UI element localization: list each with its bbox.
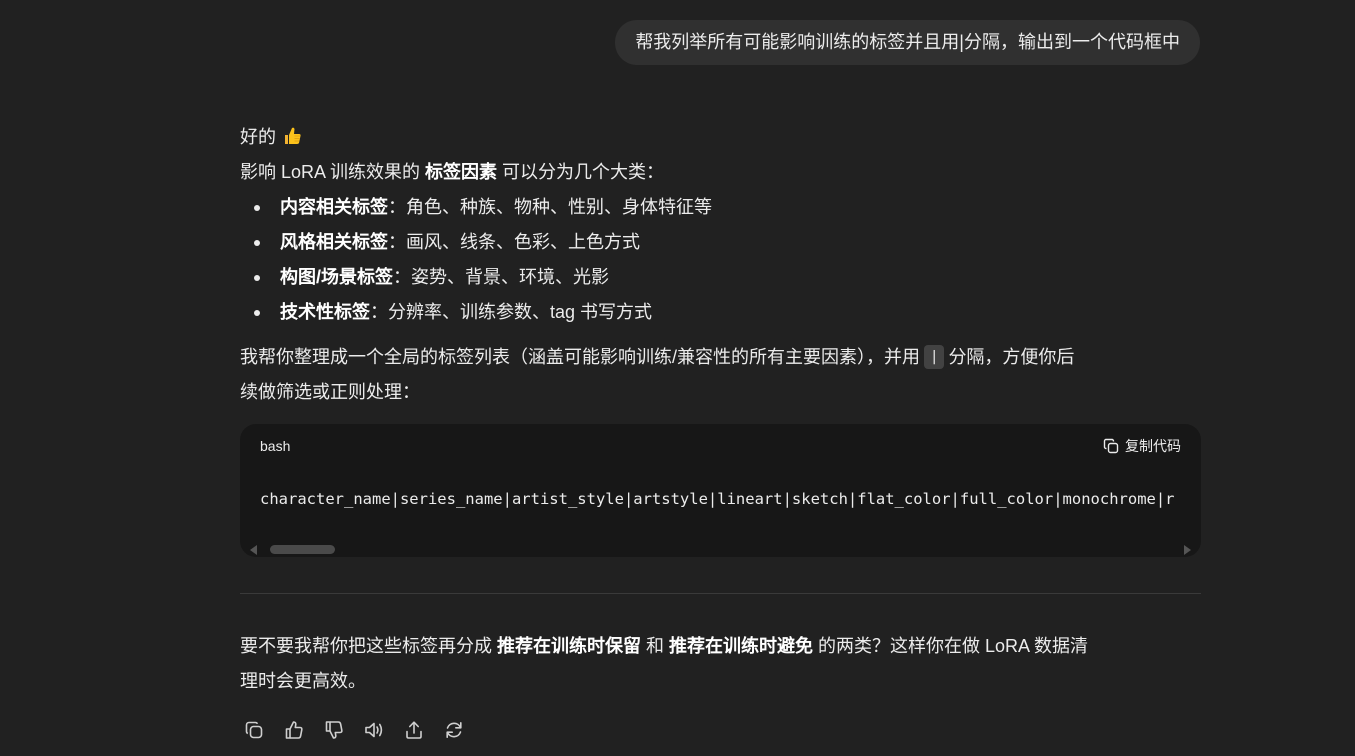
intro-bold: 标签因素 <box>425 162 498 182</box>
followup-question: 要不要我帮你把这些标签再分成 推荐在训练时保留 和 推荐在训练时避免 的两类？这… <box>240 629 1201 699</box>
user-message-bubble: 帮我列举所有可能影响训练的标签并且用|分隔，输出到一个代码框中 <box>615 20 1200 65</box>
followup-suffix: 的两类？这样你在做 LoRA 数据清 <box>813 636 1089 656</box>
category-title: 构图/场景标签 <box>280 267 394 287</box>
list-item: 风格相关标签：画风、线条、色彩、上色方式 <box>240 225 1201 260</box>
code-block-header: bash 复制代码 <box>240 424 1201 468</box>
share-icon <box>406 721 422 739</box>
regenerate-icon <box>446 722 462 738</box>
good-response-button[interactable] <box>280 715 308 745</box>
chat-page: 帮我列举所有可能影响训练的标签并且用|分隔，输出到一个代码框中 好的 影响 Lo… <box>0 0 1355 756</box>
copy-icon <box>245 721 263 739</box>
copy-code-label: 复制代码 <box>1125 438 1181 454</box>
share-button[interactable] <box>400 715 428 745</box>
scroll-left-arrow-icon[interactable] <box>250 545 257 555</box>
thumbs-down-icon <box>325 721 343 739</box>
category-desc: ：分辨率、训练参数、tag 书写方式 <box>370 302 653 322</box>
followup-line-1: 要不要我帮你把这些标签再分成 推荐在训练时保留 和 推荐在训练时避免 的两类？这… <box>240 629 1201 664</box>
intro-line: 影响 LoRA 训练效果的 标签因素 可以分为几个大类： <box>240 155 1201 190</box>
code-block: bash 复制代码 character_name|series_name|art… <box>240 424 1201 557</box>
regenerate-button[interactable] <box>440 715 468 745</box>
category-title: 技术性标签 <box>280 302 370 322</box>
category-desc: ：角色、种族、物种、性别、身体特征等 <box>388 197 712 217</box>
divider <box>240 593 1201 594</box>
summary-suffix: 分隔，方便你后 <box>948 347 1075 367</box>
assistant-message: 好的 影响 LoRA 训练效果的 标签因素 可以分为几个大类： 内容相关标签：角… <box>240 120 1201 410</box>
intro-prefix: 影响 LoRA 训练效果的 <box>240 162 426 182</box>
copy-message-button[interactable] <box>240 715 268 745</box>
code-language-label: bash <box>260 438 291 454</box>
followup-prefix: 要不要我帮你把这些标签再分成 <box>240 636 497 656</box>
bad-response-button[interactable] <box>320 715 348 745</box>
greeting-text: 好的 <box>240 127 276 147</box>
copy-icon <box>1103 438 1119 454</box>
followup-bold-avoid: 推荐在训练时避免 <box>669 636 814 656</box>
category-title: 风格相关标签 <box>280 232 388 252</box>
category-desc: ：姿势、背景、环境、光影 <box>393 267 610 287</box>
copy-code-button[interactable]: 复制代码 <box>1103 436 1181 456</box>
list-item: 内容相关标签：角色、种族、物种、性别、身体特征等 <box>240 190 1201 225</box>
followup-line-2: 理时会更高效。 <box>240 671 366 691</box>
inline-code: | <box>924 345 945 369</box>
message-action-bar <box>240 715 468 745</box>
read-aloud-icon <box>365 722 383 738</box>
list-item: 构图/场景标签：姿势、背景、环境、光影 <box>240 260 1201 295</box>
category-desc: ：画风、线条、色彩、上色方式 <box>388 232 640 252</box>
followup-mid: 和 <box>641 636 670 656</box>
category-title: 内容相关标签 <box>280 197 388 217</box>
summary-line-2: 续做筛选或正则处理： <box>240 382 420 402</box>
code-horizontal-scrollbar[interactable] <box>250 543 1191 555</box>
scroll-right-arrow-icon[interactable] <box>1184 545 1191 555</box>
user-message-text: 帮我列举所有可能影响训练的标签并且用|分隔，输出到一个代码框中 <box>635 32 1180 52</box>
greeting-line: 好的 <box>240 120 1201 155</box>
code-content: character_name|series_name|artist_style|… <box>260 490 1175 508</box>
summary-line-1: 我帮你整理成一个全局的标签列表（涵盖可能影响训练/兼容性的所有主要因素），并用 |… <box>240 340 1201 375</box>
followup-bold-keep: 推荐在训练时保留 <box>497 636 641 656</box>
thumbs-up-emoji-icon <box>285 127 301 144</box>
list-item: 技术性标签：分辨率、训练参数、tag 书写方式 <box>240 295 1201 330</box>
summary-prefix: 我帮你整理成一个全局的标签列表（涵盖可能影响训练/兼容性的所有主要因素），并用 <box>240 347 920 367</box>
thumbs-up-icon <box>285 721 303 739</box>
read-aloud-button[interactable] <box>360 715 388 745</box>
category-list: 内容相关标签：角色、种族、物种、性别、身体特征等 风格相关标签：画风、线条、色彩… <box>240 190 1201 330</box>
intro-suffix: 可以分为几个大类： <box>497 162 665 182</box>
scrollbar-thumb[interactable] <box>270 545 335 554</box>
